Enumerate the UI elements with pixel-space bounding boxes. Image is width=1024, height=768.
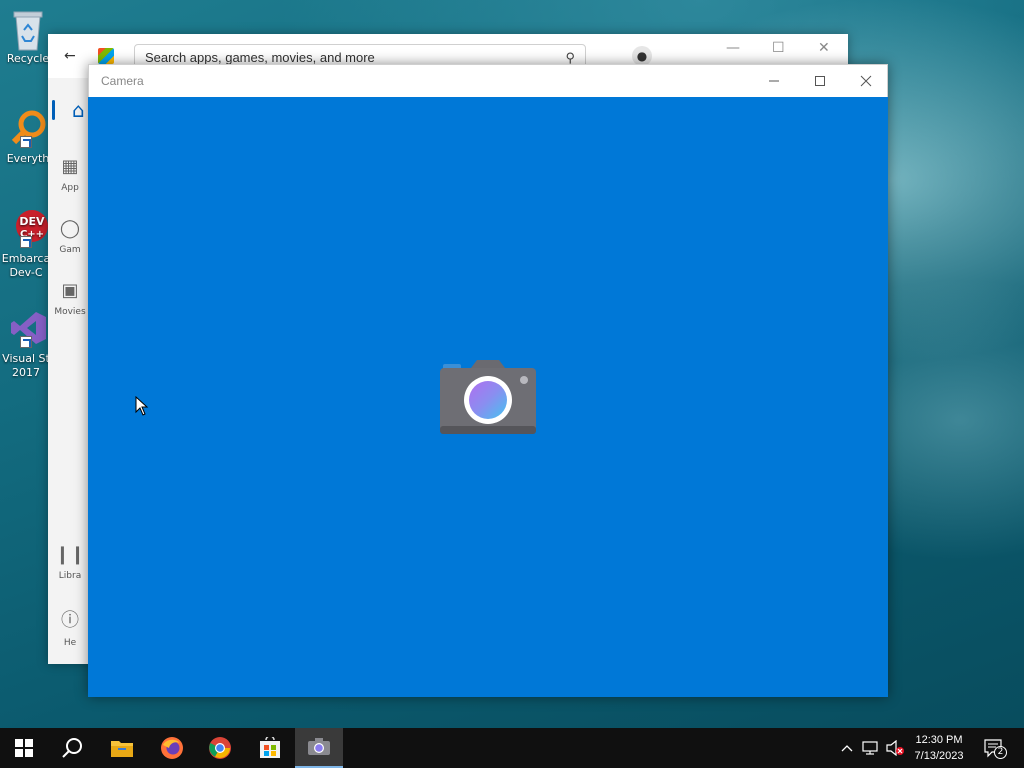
sidebar-item-library[interactable]: ❙❙ Libra [52, 544, 88, 581]
clock[interactable]: 12:30 PM 7/13/2023 [906, 732, 972, 764]
sidebar-item-label: Libra [58, 571, 82, 581]
volume-muted-icon [886, 740, 904, 756]
chevron-up-icon [841, 745, 853, 752]
movies-icon: ▣ [61, 280, 79, 301]
profile-icon[interactable]: ● [632, 46, 652, 66]
show-hidden-icons-button[interactable] [838, 728, 856, 768]
clock-date: 7/13/2023 [914, 750, 964, 762]
shortcut-arrow-icon [20, 136, 32, 148]
action-center-button[interactable]: 2 [980, 728, 1008, 768]
search-placeholder: Search apps, games, movies, and more [145, 50, 375, 65]
library-icon: ❙❙ [54, 544, 86, 565]
file-explorer-button[interactable] [98, 728, 146, 768]
maximize-button[interactable] [797, 65, 843, 97]
camera-window[interactable]: Camera [88, 64, 888, 697]
search-button[interactable] [48, 728, 96, 768]
camera-icon [440, 360, 536, 434]
chrome-button[interactable] [196, 728, 244, 768]
network-icon [862, 741, 878, 755]
svg-text:DEV: DEV [19, 215, 45, 228]
sidebar-item-movies[interactable]: ▣ Movies [52, 280, 88, 317]
camera-titlebar[interactable]: Camera [88, 64, 888, 97]
firefox-button[interactable] [148, 728, 196, 768]
close-button[interactable]: ✕ [818, 40, 830, 56]
clock-time: 12:30 PM [915, 734, 963, 746]
store-logo-icon [98, 48, 114, 64]
dev-cpp-icon: DEV C++ [8, 208, 48, 248]
store-sidebar: ⌂ ▦ App ◯ Gam ▣ Movies ❙❙ Libra ⓘ He [48, 78, 88, 664]
camera-icon [308, 738, 330, 755]
sidebar-item-help[interactable]: ⓘ He [52, 606, 88, 648]
sidebar-item-label: App [61, 183, 79, 193]
recycle-bin-icon [8, 8, 48, 51]
store-button[interactable] [246, 728, 294, 768]
start-icon [15, 739, 33, 757]
notification-count-badge: 2 [994, 746, 1007, 759]
visual-studio-icon [8, 308, 48, 348]
everything-search-icon [8, 108, 48, 148]
shortcut-arrow-icon [20, 336, 32, 348]
minimize-icon [769, 80, 779, 82]
selected-indicator [52, 100, 55, 120]
volume-button[interactable] [884, 728, 906, 768]
sidebar-item-label: Movies [54, 307, 86, 317]
desktop-icon-label: Visual St 2017 [2, 352, 50, 379]
desktop-icon-label: Embarca Dev-C [1, 252, 51, 279]
sidebar-item-apps[interactable]: ▦ App [52, 156, 88, 193]
window-title: Camera [101, 74, 144, 88]
sidebar-item-label: He [63, 638, 77, 648]
gaming-icon: ◯ [59, 218, 81, 239]
store-icon [260, 737, 280, 758]
chrome-icon [209, 737, 231, 759]
search-icon [62, 738, 82, 758]
taskbar: 12:30 PM 7/13/2023 2 [0, 728, 1024, 768]
close-icon [860, 75, 872, 87]
apps-icon: ▦ [61, 156, 79, 177]
minimize-button[interactable] [751, 65, 797, 97]
maximize-button[interactable]: ☐ [772, 40, 785, 56]
network-button[interactable] [860, 728, 880, 768]
home-icon[interactable]: ⌂ [72, 98, 85, 122]
back-arrow-icon[interactable]: ← [64, 48, 76, 64]
file-explorer-icon [111, 741, 133, 757]
camera-taskbar-button[interactable] [295, 728, 343, 768]
mouse-cursor-icon [135, 396, 149, 416]
sidebar-item-label: Gam [59, 245, 81, 255]
shortcut-arrow-icon [20, 236, 32, 248]
maximize-icon [815, 76, 825, 86]
camera-viewport [88, 97, 888, 697]
help-icon: ⓘ [61, 610, 79, 631]
close-button[interactable] [843, 65, 889, 97]
minimize-button[interactable]: — [726, 40, 740, 56]
sidebar-item-gaming[interactable]: ◯ Gam [52, 218, 88, 255]
start-button[interactable] [0, 728, 48, 768]
firefox-icon [161, 737, 183, 759]
